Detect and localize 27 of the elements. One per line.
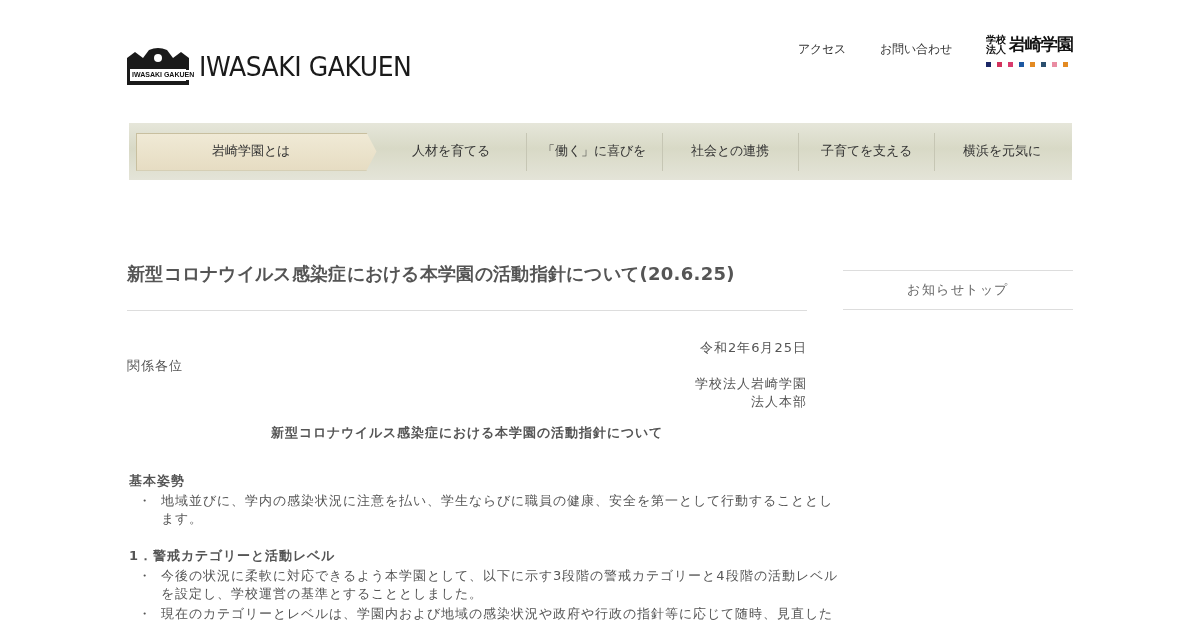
- bullet-text: 今後の状況に柔軟に対応できるよう本学園として、以下に示す3段階の警戒カテゴリーと4段階の活動レベルを設定し、学校運営の基準とすることとしました。: [161, 567, 839, 603]
- sidebar-link[interactable]: お知らせトップ: [843, 270, 1073, 310]
- nav-tab[interactable]: 人材を育てる: [376, 132, 527, 171]
- logo-prefix-text: 法人: [986, 44, 1007, 55]
- nav-tab[interactable]: 「働く」に喜びを: [526, 132, 663, 171]
- nav-tab[interactable]: 社会との連携: [662, 132, 799, 171]
- bullet-text: 現在のカテゴリーとレベルは、学園内および地域の感染状況や政府や行政の指針等に応じて随時、見直した: [161, 605, 833, 623]
- nav-tab[interactable]: 横浜を元気に: [934, 132, 1070, 171]
- section-heading: 1．警戒カテゴリーと活動レベル: [129, 548, 336, 563]
- header-link[interactable]: アクセス: [798, 41, 846, 58]
- bullet-mark: ・: [137, 567, 153, 585]
- addressee-text: 関係各位: [127, 358, 183, 373]
- header-link[interactable]: お問い合わせ: [880, 41, 952, 58]
- nav-tab[interactable]: 子育てを支える: [798, 132, 935, 171]
- sender-text: 法人本部: [751, 394, 807, 409]
- article-title: 新型コロナウイルス感染症における本学園の活動指針について(20.6.25): [127, 260, 807, 311]
- section-heading: 基本姿勢: [129, 473, 185, 488]
- logo-prefix-text: 学校: [986, 34, 1007, 45]
- bullet-text: 地域並びに、学内の感染状況に注意を払い、学生ならびに職員の健康、安全を第一として行動することとします。: [161, 492, 834, 528]
- logo-text: IWASAKI GAKUEN: [199, 51, 412, 82]
- school-name-logo[interactable]: 岩崎学園: [1009, 33, 1073, 56]
- bullet-mark: ・: [137, 492, 153, 510]
- sender-text: 学校法人岩崎学園: [695, 376, 807, 391]
- date-text: 令和2年6月25日: [699, 340, 807, 355]
- nav-tab[interactable]: 岩崎学園とは: [135, 132, 377, 171]
- document-heading: 新型コロナウイルス感染症における本学園の活動指針について: [271, 425, 663, 440]
- bullet-mark: ・: [137, 605, 153, 623]
